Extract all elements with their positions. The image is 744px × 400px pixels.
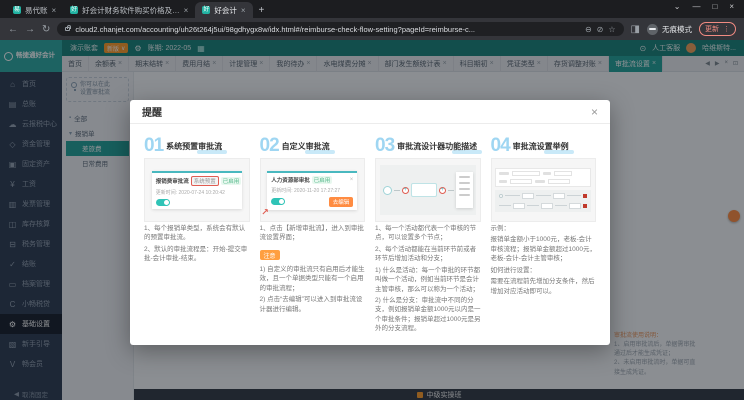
section-text: 1、每一个活动都代表一个审核的节点，可以设置多个节点； 2、每个活动都能在当前环节…	[375, 224, 481, 334]
section-designer: 03 审批流设计器功能描述 + +	[375, 132, 481, 337]
section-number: 03	[375, 137, 394, 154]
example-label: 示例：	[491, 224, 597, 233]
howto-label: 如何进行设置：	[491, 266, 597, 275]
modal-title: 提醒	[142, 104, 162, 119]
forward-icon[interactable]: →	[25, 24, 35, 35]
chrome-update-button[interactable]: 更新 ⋮	[699, 22, 736, 36]
tab-title: 易代账	[25, 5, 48, 16]
mini-card-time: 更新时间: 2020-07-24 10:20:42	[156, 189, 238, 196]
mini-card-time: 更新时间: 2020-11-20 17:27:27	[271, 187, 353, 194]
minimize-button[interactable]: —	[692, 2, 700, 11]
enabled-badge: 已启用	[221, 177, 242, 185]
modal-close-icon[interactable]: ×	[591, 105, 598, 119]
paragraph: 2、每个活动都能在当前环节前或者环节后增加活动和分支；	[375, 245, 481, 264]
tab-favicon: 好	[70, 6, 78, 14]
modal-header: 提醒 ×	[130, 100, 610, 124]
section-example: 04 审批流设置举例	[491, 132, 597, 337]
example-text: 报销单金额小于1000元，老板-会计审核流程；报销单金额超过1000元，老板-会…	[491, 235, 597, 263]
update-label: 更新	[705, 24, 719, 34]
reminder-modal: 提醒 × 01 系统预置审批流 报销费审批流 系统预置	[130, 100, 610, 345]
tab-favicon: 易	[13, 6, 21, 14]
activity-node	[411, 183, 437, 197]
browser-toolbar: ← → ↻ cloud2.chanjet.com/accounting/uh26…	[0, 18, 744, 40]
content-blocked-icon[interactable]: ⊘	[597, 25, 604, 34]
back-icon[interactable]: ←	[8, 24, 18, 35]
address-bar[interactable]: cloud2.chanjet.com/accounting/uh26t264j5…	[57, 22, 623, 36]
app-window: 畅捷通好会计 ⌂ 首页 ▤ 总账 ☁ 云报税中心	[0, 40, 744, 400]
example-mock	[495, 168, 591, 212]
incognito-icon	[647, 24, 658, 35]
modal-body: 01 系统预置审批流 报销费审批流 系统预置 已启用 更新时间: 2020-07…	[130, 124, 610, 345]
maximize-button[interactable]: □	[712, 2, 717, 11]
howto-text: 需要在流程前先增加分支条件，然后增加对应活动即可以。	[491, 277, 597, 296]
browser-menu-icon[interactable]: ⋮	[723, 25, 730, 33]
add-before-icon: +	[402, 187, 409, 194]
tab-title: 好会计	[214, 5, 237, 16]
close-window-button[interactable]: ×	[729, 2, 734, 11]
enabled-badge: 已启用	[312, 176, 333, 184]
add-after-icon: +	[439, 187, 446, 194]
url-text[interactable]: cloud2.chanjet.com/accounting/uh26t264j5…	[75, 25, 580, 34]
edit-button: 去编辑	[329, 197, 354, 207]
illustration-custom: 人力资源部审批 已启用 × 更新时间: 2020-11-20 17:27:27 …	[260, 158, 366, 222]
mini-card-title: 人力资源部审批	[271, 176, 310, 184]
tab-close-icon[interactable]: ×	[52, 6, 57, 15]
section-title: 系统预置审批流	[166, 141, 222, 154]
browser-tab[interactable]: 易 易代账 ×	[6, 2, 63, 18]
section-text: 1、每个报销单类型，系统会有默认的预置审批流。 2、默认的审批流程是：开始-提交审…	[144, 224, 250, 264]
paragraph: 1、点击【新增审批流】，进入到审批流设置界面；	[260, 224, 366, 243]
browser-tab[interactable]: 好 好会计财务软件购买价格及… ×	[63, 2, 195, 18]
reload-icon[interactable]: ↻	[42, 24, 50, 35]
start-node	[383, 186, 392, 195]
tab-title: 好会计财务软件购买价格及…	[82, 5, 180, 16]
side-panel-icon[interactable]: ◨	[631, 24, 640, 35]
tab-favicon: 好	[202, 6, 210, 14]
section-number: 01	[144, 137, 163, 154]
incognito-label: 无痕模式	[662, 24, 692, 35]
annotation-arrow-icon: ↗	[261, 207, 269, 218]
note-badge: 注意	[260, 250, 280, 260]
paragraph: 1) 什么是活动：每一个审批的环节都叫做一个活动，例如当前环节是会计主管审核，那…	[375, 266, 481, 294]
section-custom-flow: 02 自定义审批流 人力资源部审批 已启用 × 更新时间: 2020-11-20…	[260, 132, 366, 337]
paragraph: 2) 什么是分支：审批流中不同的分支，例如报销单金额1000元以内是一个审批条件…	[375, 296, 481, 334]
section-title: 审批流设计器功能描述	[397, 141, 477, 154]
section-title: 审批流设置举例	[513, 141, 569, 154]
new-tab-button[interactable]: +	[259, 5, 265, 16]
incognito-indicator: 无痕模式	[647, 24, 692, 35]
section-number: 04	[491, 137, 510, 154]
section-text: 1) 自定义的审批流只有启用后才能生效，且一个单据类型只能有一个启用的审批流程；…	[260, 265, 366, 314]
browser-tab[interactable]: 好 好会计 ×	[195, 2, 252, 18]
window-controls: ⌄ — □ ×	[674, 0, 744, 11]
bookmark-star-icon[interactable]: ☆	[608, 25, 615, 34]
tab-search-icon[interactable]: ⌄	[674, 2, 681, 11]
paragraph: 1) 自定义的审批流只有启用后才能生效，且一个单据类型只能有一个启用的审批流程；	[260, 265, 366, 293]
browser-tab-strip: 易 易代账 × 好 好会计财务软件购买价格及… × 好 好会计 × + ⌄	[0, 0, 744, 18]
illustration-preset: 报销费审批流 系统预置 已启用 更新时间: 2020-07-24 10:20:4…	[144, 158, 250, 222]
flow-designer-mock: + +	[380, 165, 476, 215]
node-menu	[456, 172, 473, 208]
screen: 易 易代账 × 好 好会计财务软件购买价格及… × 好 好会计 × + ⌄	[0, 0, 744, 400]
mini-card-title: 报销费审批流	[156, 177, 189, 185]
section-title: 自定义审批流	[282, 141, 330, 154]
section-number: 02	[260, 137, 279, 154]
tab-close-icon[interactable]: ×	[241, 6, 246, 15]
illustration-designer: + +	[375, 158, 481, 222]
mini-card: 人力资源部审批 已启用 × 更新时间: 2020-11-20 17:27:27 …	[267, 171, 357, 210]
zoom-out-icon[interactable]: ⊖	[585, 25, 592, 34]
mini-card-close-icon: ×	[350, 177, 354, 183]
lock-icon	[65, 27, 70, 31]
toggle-switch	[156, 199, 170, 206]
illustration-example	[491, 158, 597, 222]
toggle-switch	[271, 198, 285, 205]
paragraph: 2、默认的审批流程是：开始-提交审批-会计审批-结束。	[144, 245, 250, 264]
preset-badge: 系统预置	[191, 176, 219, 186]
section-preset-flow: 01 系统预置审批流 报销费审批流 系统预置 已启用 更新时间: 2020-07…	[144, 132, 250, 337]
paragraph: 1、每个报销单类型，系统会有默认的预置审批流。	[144, 224, 250, 243]
tab-close-icon[interactable]: ×	[184, 6, 189, 15]
mini-card: 报销费审批流 系统预置 已启用 更新时间: 2020-07-24 10:20:4…	[152, 171, 242, 209]
paragraph: 1、每一个活动都代表一个审核的节点，可以设置多个节点；	[375, 224, 481, 243]
paragraph: 2) 点击“去编辑”可以进入到审批流设计器进行编辑。	[260, 295, 366, 314]
